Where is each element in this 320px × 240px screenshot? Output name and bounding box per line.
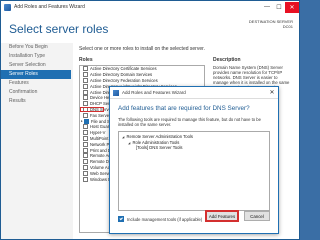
- role-label: Active Directory Federation Services: [90, 77, 158, 83]
- dialog-close-button[interactable]: ✕: [266, 88, 278, 98]
- maximize-button[interactable]: ☐: [273, 2, 285, 13]
- role-checkbox[interactable]: [83, 72, 88, 78]
- description-label: Description: [213, 57, 241, 63]
- role-label: Fax Server: [90, 112, 111, 118]
- role-label: Active Directory Certificate Services: [90, 66, 157, 72]
- dialog-title: Add Roles and Features Wizard: [122, 90, 186, 95]
- minimize-button[interactable]: —: [261, 2, 273, 13]
- collapse-arrow-icon[interactable]: ◢: [128, 141, 130, 145]
- page-title: Select server roles: [9, 22, 109, 36]
- role-checkbox[interactable]: [83, 164, 88, 170]
- role-label: Hyper-V: [90, 130, 106, 136]
- page-header: Select server roles DESTINATION SERVER D…: [1, 13, 299, 43]
- nav-item-installation-type[interactable]: Installation Type: [1, 52, 73, 61]
- cancel-button[interactable]: Cancel: [244, 211, 270, 221]
- role-checkbox[interactable]: [83, 106, 88, 112]
- include-tools-label: Include management tools (if applicable): [127, 216, 203, 222]
- role-checkbox[interactable]: [83, 170, 88, 176]
- nav-item-features[interactable]: Features: [1, 79, 73, 88]
- nav-item-results[interactable]: Results: [1, 97, 73, 106]
- role-checkbox[interactable]: [83, 124, 88, 130]
- role-checkbox[interactable]: [83, 176, 88, 182]
- add-features-dialog: Add Roles and Features Wizard ✕ Add feat…: [109, 86, 279, 234]
- nav-item-server-selection[interactable]: Server Selection: [1, 61, 73, 70]
- dialog-heading: Add features that are required for DNS S…: [118, 105, 250, 112]
- include-management-tools[interactable]: Include management tools (if applicable): [118, 216, 202, 222]
- nav-item-server-roles[interactable]: Server Roles: [1, 70, 71, 79]
- app-icon: [4, 3, 11, 11]
- role-checkbox[interactable]: [83, 147, 88, 153]
- role-checkbox[interactable]: [83, 135, 88, 141]
- close-button[interactable]: ✕: [285, 1, 299, 13]
- role-checkbox[interactable]: [83, 130, 88, 136]
- feature-tree: ◢ Remote Server Administration Tools ◢ Role…: [118, 131, 270, 211]
- instruction-text: Select one or more roles to install on t…: [79, 46, 205, 52]
- tree-node-label: Remote Server Administration Tools: [126, 134, 193, 139]
- role-label: Active Directory Domain Services: [90, 72, 153, 78]
- role-checkbox[interactable]: [83, 141, 88, 147]
- roles-label: Roles: [79, 57, 93, 63]
- destination-value: DC01: [282, 24, 293, 29]
- dialog-title-bar: Add Roles and Features Wizard ✕: [110, 87, 278, 99]
- role-checkbox[interactable]: [84, 118, 89, 124]
- role-checkbox[interactable]: [83, 83, 88, 89]
- wizard-nav: Before You Begin Installation Type Serve…: [1, 43, 73, 239]
- tree-node: [Tools] DNS Server Tools: [119, 145, 269, 151]
- tree-node-label: Role Administration Tools: [132, 139, 180, 145]
- include-tools-checkbox[interactable]: [118, 216, 124, 222]
- role-checkbox[interactable]: [83, 112, 88, 118]
- nav-item-before-you-begin[interactable]: Before You Begin: [1, 43, 73, 52]
- role-checkbox[interactable]: [83, 101, 88, 107]
- add-features-button[interactable]: Add Features: [205, 210, 239, 222]
- role-checkbox[interactable]: [83, 89, 88, 95]
- role-checkbox[interactable]: [83, 66, 88, 72]
- app-icon: [113, 89, 119, 96]
- nav-item-confirmation[interactable]: Confirmation: [1, 88, 73, 97]
- role-checkbox[interactable]: [83, 77, 88, 83]
- role-checkbox[interactable]: [83, 95, 88, 101]
- tree-node-label: [Tools] DNS Server Tools: [136, 145, 183, 150]
- role-checkbox[interactable]: [83, 159, 88, 165]
- role-item[interactable]: DNS Server: [80, 106, 112, 113]
- destination-server: DESTINATION SERVER DC01: [249, 19, 293, 29]
- role-checkbox[interactable]: [83, 153, 88, 159]
- window-title: Add Roles and Features Wizard: [14, 4, 85, 10]
- collapse-arrow-icon[interactable]: ◢: [122, 135, 124, 139]
- dialog-body: The following tools are required to mana…: [118, 117, 261, 127]
